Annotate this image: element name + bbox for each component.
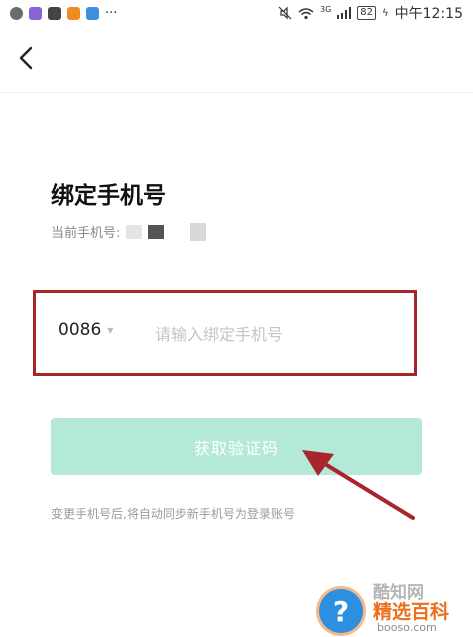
mail-app-icon [48,6,61,20]
store-app-icon [67,6,80,20]
battery-indicator: 82 [357,6,377,20]
country-code-value: 0086 [58,320,102,340]
signal-icon [337,7,352,19]
question-mark-icon: ? [319,589,363,633]
message-app-icon [10,6,23,20]
browser-app-icon [29,6,42,20]
watermark-url: booso.com [377,621,437,634]
nav-bar [0,26,473,93]
masked-phone-number [126,224,143,239]
back-button[interactable] [12,42,40,74]
system-status: 3G 82 ϟ 中午12:15 [278,3,463,23]
wifi-icon [298,7,314,19]
status-bar: ··· 3G 82 ϟ 中午12:15 [0,0,473,26]
shield-app-icon [86,6,99,20]
caret-down-icon: ▼ [107,325,114,335]
masked-phone-number [148,224,165,239]
page-title: 绑定手机号 [51,183,166,209]
chevron-left-icon [19,46,33,70]
notification-icons: ··· [10,6,117,21]
watermark-brand: 精选百科 [373,601,450,623]
watermark: ? 酷知网 精选百科 booso.com [315,575,473,637]
current-phone-label: 当前手机号: [51,226,121,241]
network-type-label: 3G [320,4,332,14]
phone-input-highlight: 0086 ▼ [33,290,417,376]
phone-number-input[interactable] [153,315,397,353]
country-code-select[interactable]: 0086 ▼ [58,320,113,340]
mute-icon [278,6,292,20]
masked-phone-number [190,222,207,241]
get-verification-code-button[interactable]: 获取验证码 [51,418,422,475]
current-phone-row: 当前手机号: [51,222,207,241]
clock: 中午12:15 [394,6,463,22]
charging-icon: ϟ [382,7,389,19]
more-notifications-icon: ··· [105,5,118,21]
sync-notice: 变更手机号后,将自动同步新手机号为登录账号 [51,507,295,521]
